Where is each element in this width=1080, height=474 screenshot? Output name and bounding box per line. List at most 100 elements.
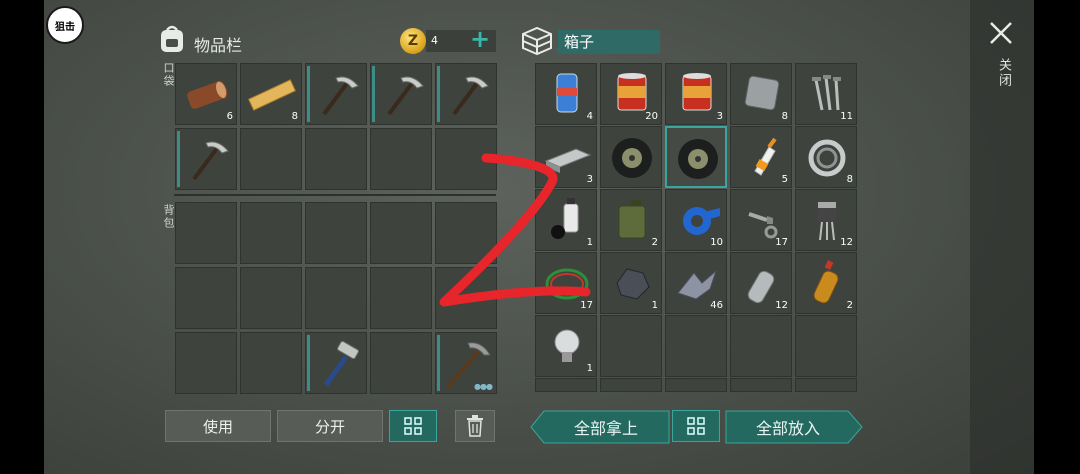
item-quantity: 8 bbox=[291, 111, 298, 122]
grid-icon bbox=[687, 417, 705, 435]
container-slot[interactable] bbox=[795, 315, 857, 377]
container-slot[interactable]: 3 bbox=[535, 126, 597, 188]
pickaxe-icon bbox=[176, 129, 236, 189]
container-slot[interactable] bbox=[600, 126, 662, 188]
snipe-button[interactable]: 狙击 bbox=[46, 6, 84, 44]
container-slot[interactable]: 3 bbox=[665, 63, 727, 125]
sort-inventory-button[interactable] bbox=[389, 410, 437, 442]
pickaxe-icon bbox=[436, 64, 496, 124]
container-slot[interactable] bbox=[665, 378, 727, 392]
container-slot[interactable]: 17 bbox=[730, 189, 792, 251]
split-button[interactable]: 分开 bbox=[277, 410, 383, 442]
pocket-slot[interactable] bbox=[435, 128, 497, 190]
sort-container-button[interactable] bbox=[672, 410, 720, 442]
backpack-slot[interactable] bbox=[175, 267, 237, 329]
backpack-slot[interactable] bbox=[240, 332, 302, 394]
item-quantity: 11 bbox=[840, 111, 853, 122]
backpack-label: 背包 bbox=[162, 204, 175, 230]
backpack-slot[interactable] bbox=[240, 202, 302, 264]
take-all-button[interactable]: 全部拿上 bbox=[544, 411, 668, 443]
item-quantity: 12 bbox=[775, 300, 788, 311]
item-quantity: 1 bbox=[586, 237, 593, 248]
item-quantity: 6 bbox=[226, 111, 233, 122]
container-name: 箱子 bbox=[558, 30, 660, 54]
container-slot[interactable]: 1 bbox=[535, 189, 597, 251]
item-quantity: 2 bbox=[651, 237, 658, 248]
close-label[interactable]: 关闭 bbox=[994, 58, 1013, 88]
container-slot[interactable]: 46 bbox=[665, 252, 727, 314]
item-quantity: 10 bbox=[710, 237, 723, 248]
box-icon bbox=[522, 26, 552, 56]
use-button[interactable]: 使用 bbox=[165, 410, 271, 442]
item-quantity: 17 bbox=[580, 300, 593, 311]
tire-icon bbox=[667, 128, 725, 186]
section-divider bbox=[174, 194, 496, 196]
backpack-slot[interactable] bbox=[370, 332, 432, 394]
container-slot[interactable] bbox=[730, 315, 792, 377]
pocket-slot[interactable]: 6 bbox=[175, 63, 237, 125]
container-slot[interactable] bbox=[730, 378, 792, 392]
container-slot[interactable]: 12 bbox=[795, 189, 857, 251]
backpack-slot[interactable] bbox=[435, 267, 497, 329]
container-slot[interactable]: 5 bbox=[730, 126, 792, 188]
letterbox-left bbox=[0, 0, 44, 474]
grid-icon bbox=[404, 417, 422, 435]
item-quantity: 46 bbox=[710, 300, 723, 311]
container-slot[interactable]: 1 bbox=[600, 252, 662, 314]
pocket-slot[interactable] bbox=[305, 63, 367, 125]
backpack-slot[interactable] bbox=[240, 267, 302, 329]
pickaxe-icon bbox=[306, 64, 366, 124]
backpack-slot[interactable] bbox=[175, 332, 237, 394]
backpack-icon bbox=[161, 25, 183, 52]
container-slot[interactable] bbox=[600, 315, 662, 377]
container-slot[interactable] bbox=[795, 378, 857, 392]
container-slot[interactable]: 12 bbox=[730, 252, 792, 314]
pocket-slot[interactable] bbox=[370, 128, 432, 190]
close-icon[interactable] bbox=[988, 20, 1014, 46]
item-quantity: 20 bbox=[645, 111, 658, 122]
container-slot[interactable]: 8 bbox=[795, 126, 857, 188]
backpack-slot[interactable] bbox=[305, 332, 367, 394]
backpack-slot[interactable] bbox=[175, 202, 237, 264]
container-slot[interactable] bbox=[600, 378, 662, 392]
item-quantity: 3 bbox=[716, 111, 723, 122]
item-quantity: 3 bbox=[586, 174, 593, 185]
container-slot[interactable]: 4 bbox=[535, 63, 597, 125]
backpack-slot[interactable] bbox=[370, 202, 432, 264]
pocket-slot[interactable]: 8 bbox=[240, 63, 302, 125]
container-slot[interactable]: 11 bbox=[795, 63, 857, 125]
letterbox-right bbox=[1034, 0, 1080, 474]
more-dots-icon: ●●● bbox=[474, 382, 493, 391]
container-slot[interactable]: 10 bbox=[665, 189, 727, 251]
tire-icon bbox=[601, 127, 661, 187]
item-quantity: 12 bbox=[840, 237, 853, 248]
container-slot[interactable]: 2 bbox=[600, 189, 662, 251]
container-slot[interactable]: 2 bbox=[795, 252, 857, 314]
container-slot[interactable] bbox=[665, 315, 727, 377]
backpack-slot[interactable] bbox=[435, 202, 497, 264]
container-slot[interactable] bbox=[535, 378, 597, 392]
container-slot[interactable]: 20 bbox=[600, 63, 662, 125]
container-slot[interactable]: 17 bbox=[535, 252, 597, 314]
coin-icon: Z bbox=[400, 28, 426, 54]
backpack-slot[interactable] bbox=[305, 267, 367, 329]
pocket-slot[interactable] bbox=[240, 128, 302, 190]
trash-button[interactable] bbox=[455, 410, 495, 442]
item-quantity: 2 bbox=[846, 300, 853, 311]
add-coins-button[interactable]: + bbox=[470, 27, 490, 51]
item-quantity: 5 bbox=[781, 174, 788, 185]
container-slot[interactable]: 8 bbox=[730, 63, 792, 125]
pocket-slot[interactable] bbox=[435, 63, 497, 125]
inventory-title: 物品栏 bbox=[194, 36, 243, 55]
pocket-slot[interactable] bbox=[175, 128, 237, 190]
pocket-slot[interactable] bbox=[370, 63, 432, 125]
pocket-label: 口袋 bbox=[162, 62, 175, 88]
put-all-button[interactable]: 全部放入 bbox=[726, 411, 850, 443]
backpack-slot[interactable] bbox=[370, 267, 432, 329]
trash-icon bbox=[467, 415, 483, 437]
backpack-slot[interactable] bbox=[305, 202, 367, 264]
container-slot[interactable]: 1 bbox=[535, 315, 597, 377]
item-quantity: 1 bbox=[651, 300, 658, 311]
container-slot[interactable] bbox=[665, 126, 727, 188]
pocket-slot[interactable] bbox=[305, 128, 367, 190]
